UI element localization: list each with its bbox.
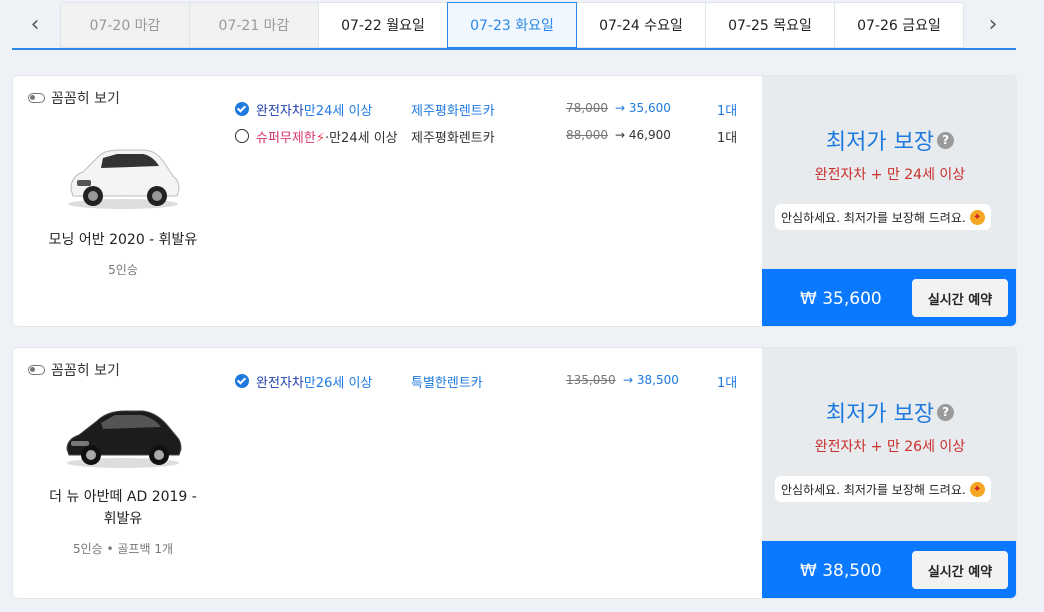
detail-view-toggle[interactable]: 꼼꼼히 보기 — [28, 88, 120, 108]
insurance-type: 완전자차 — [256, 376, 304, 391]
next-date-arrow-icon[interactable]: › — [970, 0, 1016, 48]
car-name: 모닝 어반 2020 - 휘발유 — [48, 232, 198, 248]
original-price: 88,000 — [566, 128, 608, 142]
date-tab-0722[interactable]: 07-22 월요일 — [318, 2, 448, 48]
guarantee-title: 최저가 보장 ? — [762, 124, 1016, 156]
date-tab-0720[interactable]: 07-20 마감 — [60, 2, 190, 48]
insurance-option[interactable]: 완전자차만26세 이상 특별한렌트카 135,050 → 38,500 1대 — [235, 371, 755, 391]
date-tab-0724[interactable]: 07-24 수요일 — [576, 2, 706, 48]
help-icon[interactable]: ? — [937, 131, 955, 149]
detail-view-label: 꼼꼼히 보기 — [51, 91, 120, 107]
rental-company: 제주평화렌트카 — [411, 104, 495, 119]
lowest-price-panel: 최저가 보장 ? 완전자차 + 만 26세 이상 안심하세요. 최저가를 보장해… — [762, 348, 1016, 598]
date-tabs: 07-20 마감 07-21 마감 07-22 월요일 07-23 화요일 07… — [60, 2, 964, 48]
car-count: 1대 — [717, 376, 738, 391]
prev-date-arrow-icon[interactable]: ‹ — [12, 0, 58, 48]
car-spec: 5인승 • 골프백 1개 — [72, 542, 174, 556]
car-image — [68, 149, 180, 209]
booking-bar: ₩ 35,600 실시간 예약 — [762, 269, 1016, 326]
detail-view-label: 꼼꼼히 보기 — [51, 363, 120, 379]
booking-bar: ₩ 38,500 실시간 예약 — [762, 541, 1016, 598]
radio-empty-icon[interactable] — [235, 129, 249, 143]
date-tab-bar: ‹ 07-20 마감 07-21 마감 07-22 월요일 07-23 화요일 … — [12, 0, 1016, 50]
lightning-icon: ⚡ — [315, 131, 325, 146]
original-price: 78,000 — [566, 101, 608, 115]
discount-price: → 46,900 — [615, 128, 671, 142]
age-requirement: 만24세 이상 — [329, 131, 398, 146]
rental-company: 특별한렌트카 — [411, 376, 483, 391]
guarantee-subtitle: 완전자차 + 만 24세 이상 — [814, 167, 966, 183]
date-tab-0726[interactable]: 07-26 금요일 — [834, 2, 964, 48]
date-tab-0725[interactable]: 07-25 목요일 — [705, 2, 835, 48]
car-count: 1대 — [717, 131, 738, 146]
radio-checked-icon[interactable] — [235, 102, 249, 116]
radio-checked-icon[interactable] — [235, 374, 249, 388]
discount-price: → 35,600 — [615, 101, 671, 115]
help-icon[interactable]: ? — [937, 403, 955, 421]
car-image — [66, 410, 182, 468]
car-spec: 5인승 — [108, 263, 138, 277]
realtime-book-button[interactable]: 실시간 예약 — [912, 551, 1008, 589]
car-card: 꼼꼼히 보기 모닝 어반 2020 - 휘발유 5인승 완전자차만24세 이상 … — [12, 75, 1017, 327]
toggle-switch-icon[interactable] — [28, 365, 45, 375]
lowest-price-panel: 최저가 보장 ? 완전자차 + 만 24세 이상 안심하세요. 최저가를 보장해… — [762, 76, 1016, 326]
age-requirement: 만26세 이상 — [303, 376, 373, 391]
toggle-switch-icon[interactable] — [28, 93, 45, 103]
final-price: ₩ 35,600 — [800, 288, 882, 309]
insurance-option[interactable]: 완전자차만24세 이상 제주평화렌트카 78,000 → 35,600 1대 — [235, 99, 755, 119]
date-tab-0721[interactable]: 07-21 마감 — [189, 2, 319, 48]
detail-view-toggle[interactable]: 꼼꼼히 보기 — [28, 360, 120, 380]
final-price: ₩ 38,500 — [800, 560, 882, 581]
date-tab-0723[interactable]: 07-23 화요일 — [447, 2, 577, 48]
reassure-badge: 안심하세요. 최저가를 보장해 드려요. ✦ — [775, 204, 991, 230]
guarantee-subtitle: 완전자차 + 만 26세 이상 — [814, 439, 966, 455]
car-card: 꼼꼼히 보기 더 뉴 아반떼 AD 2019 - 휘발유 5인승 • 골프백 1… — [12, 347, 1017, 599]
insurance-type: 완전자차 — [256, 104, 304, 119]
realtime-book-button[interactable]: 실시간 예약 — [912, 279, 1008, 317]
arrow-right-icon: → — [615, 101, 626, 115]
reassure-badge: 안심하세요. 최저가를 보장해 드려요. ✦ — [775, 476, 991, 502]
age-requirement: 만24세 이상 — [303, 104, 373, 119]
original-price: 135,050 — [566, 373, 616, 387]
discount-price: → 38,500 — [623, 373, 679, 387]
insurance-type: 슈퍼무제한 — [256, 131, 316, 146]
arrow-right-icon: → — [623, 373, 634, 387]
rental-company: 제주평화렌트카 — [411, 131, 495, 146]
guarantee-title: 최저가 보장 ? — [762, 396, 1016, 428]
wink-emoji-icon: ✦ — [969, 481, 985, 497]
insurance-option[interactable]: 슈퍼무제한⚡·만24세 이상 제주평화렌트카 88,000 → 46,900 1… — [235, 126, 755, 146]
car-count: 1대 — [717, 104, 738, 119]
arrow-right-icon: → — [615, 128, 626, 142]
car-name: 더 뉴 아반떼 AD 2019 - 휘발유 — [49, 489, 197, 527]
wink-emoji-icon: ✦ — [969, 209, 985, 225]
